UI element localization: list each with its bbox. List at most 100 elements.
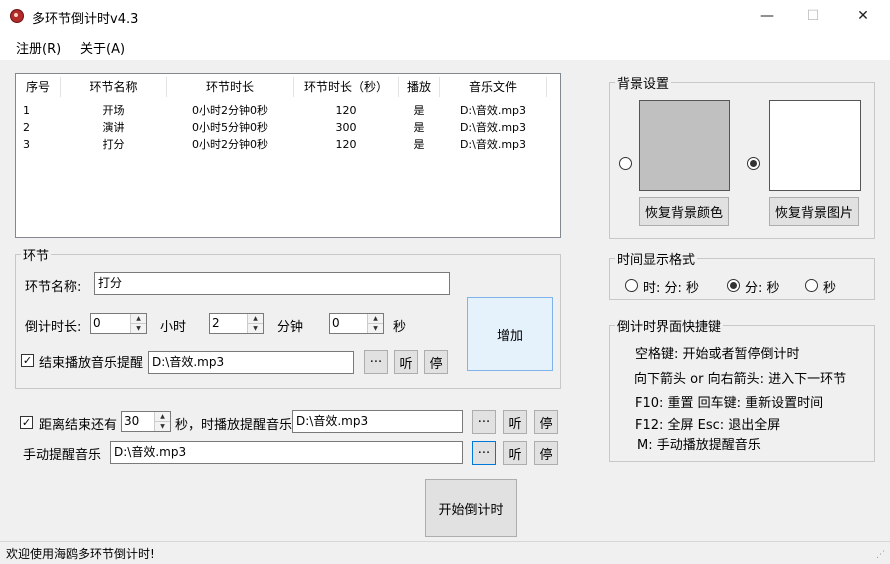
menu-bar: [0, 32, 890, 60]
manual-browse-button[interactable]: ···: [472, 441, 496, 465]
seconds-stepper[interactable]: 0 ▲ ▼: [329, 313, 384, 334]
segment-name-label: 环节名称:: [25, 280, 82, 295]
hours-value: 0: [93, 316, 101, 330]
segment-browse-button[interactable]: ···: [364, 350, 388, 374]
column-divider[interactable]: [546, 77, 547, 97]
stepper-up-icon[interactable]: ▲: [368, 314, 383, 324]
seconds-value: 0: [332, 316, 340, 330]
column-header-seconds[interactable]: 环节时长（秒）: [294, 74, 398, 100]
reminder-listen-button[interactable]: 听: [503, 410, 527, 434]
segment-name-input[interactable]: 打分: [94, 272, 450, 295]
seconds-stepper-arrows[interactable]: ▲ ▼: [367, 314, 383, 333]
list-header: 序号 环节名称 环节时长 环节时长（秒） 播放 音乐文件: [16, 74, 560, 100]
format-ms-radio[interactable]: [727, 279, 740, 292]
stepper-down-icon[interactable]: ▼: [155, 422, 170, 431]
shortcut-line: M: 手动播放提醒音乐: [637, 438, 761, 453]
reminder-stop-button[interactable]: 停: [534, 410, 558, 434]
format-s-radio[interactable]: [805, 279, 818, 292]
minutes-value: 2: [212, 316, 220, 330]
manual-listen-button[interactable]: 听: [503, 441, 527, 465]
cell-index: 2: [23, 121, 30, 134]
segment-music-path-input[interactable]: D:\音效.mp3: [148, 351, 354, 374]
cell-duration: 0小时2分钟0秒: [192, 104, 268, 117]
add-segment-button[interactable]: 增加: [467, 297, 553, 371]
column-header-music[interactable]: 音乐文件: [440, 74, 546, 100]
cell-play: 是: [413, 138, 425, 151]
cell-seconds: 300: [335, 121, 357, 134]
cell-name: 演讲: [102, 121, 125, 134]
format-s-label[interactable]: 秒: [823, 277, 836, 296]
cell-index: 1: [23, 104, 30, 117]
cell-seconds: 120: [335, 138, 357, 151]
countdown-label: 倒计时长:: [25, 320, 82, 335]
stepper-down-icon[interactable]: ▼: [368, 324, 383, 333]
format-ms-label[interactable]: 分: 秒: [745, 277, 780, 296]
reminder-seconds-stepper[interactable]: 30 ▲ ▼: [121, 411, 171, 432]
resize-grip-icon[interactable]: ⋰: [876, 550, 886, 560]
segment-stop-button[interactable]: 停: [424, 350, 448, 374]
column-header-name[interactable]: 环节名称: [61, 74, 166, 100]
shortcut-line: 向下箭头 or 向右箭头: 进入下一环节: [634, 372, 847, 387]
play-music-checkbox[interactable]: ✓: [21, 354, 34, 367]
shortcut-line: F10: 重置 回车键: 重新设置时间: [635, 396, 824, 411]
minutes-stepper-arrows[interactable]: ▲ ▼: [247, 314, 263, 333]
table-row[interactable]: 3 打分 0小时2分钟0秒 120 是 D:\音效.mp3: [16, 136, 560, 153]
menu-about[interactable]: 关于(A): [80, 38, 125, 57]
column-header-index[interactable]: 序号: [16, 74, 60, 100]
segment-list[interactable]: 序号 环节名称 环节时长 环节时长（秒） 播放 音乐文件 1 开场 0小时2分钟…: [15, 73, 561, 238]
hours-stepper[interactable]: 0 ▲ ▼: [90, 313, 147, 334]
status-text: 欢迎使用海鸥多环节倒计时!: [6, 547, 155, 561]
cell-music: D:\音效.mp3: [459, 121, 527, 134]
reminder-checkbox[interactable]: ✓: [20, 416, 33, 429]
background-color-radio[interactable]: [619, 157, 632, 170]
background-color-swatch[interactable]: [639, 100, 730, 191]
seconds-unit-label: 秒: [393, 320, 407, 335]
segment-listen-button[interactable]: 听: [394, 350, 418, 374]
reminder-suffix-label: 秒，时播放提醒音乐: [175, 418, 293, 433]
manual-stop-button[interactable]: 停: [534, 441, 558, 465]
hours-stepper-arrows[interactable]: ▲ ▼: [130, 314, 146, 333]
shortcut-line: 空格键: 开始或者暂停倒计时: [635, 347, 800, 362]
reminder-seconds-value: 30: [124, 414, 140, 428]
shortcut-line: F12: 全屏 Esc: 退出全屏: [635, 418, 781, 433]
minutes-unit-label: 分钟: [277, 320, 304, 335]
cell-play: 是: [413, 121, 425, 134]
column-header-play[interactable]: 播放: [399, 74, 439, 100]
stepper-up-icon[interactable]: ▲: [155, 412, 170, 422]
app-icon: [10, 9, 24, 23]
hours-unit-label: 小时: [160, 320, 187, 335]
minimize-button[interactable]: —: [744, 0, 790, 32]
format-hms-label[interactable]: 时: 分: 秒: [643, 277, 699, 296]
column-header-duration[interactable]: 环节时长: [167, 74, 293, 100]
table-row[interactable]: 2 演讲 0小时5分钟0秒 300 是 D:\音效.mp3: [16, 119, 560, 136]
stepper-up-icon[interactable]: ▲: [248, 314, 263, 324]
reminder-prefix-label: 距离结束还有: [39, 418, 118, 433]
background-image-swatch[interactable]: [769, 100, 861, 191]
manual-music-label: 手动提醒音乐: [23, 448, 102, 463]
reminder-browse-button[interactable]: ···: [472, 410, 496, 434]
table-row[interactable]: 1 开场 0小时2分钟0秒 120 是 D:\音效.mp3: [16, 102, 560, 119]
reminder-music-path-input[interactable]: D:\音效.mp3: [292, 410, 463, 433]
restore-background-color-button[interactable]: 恢复背景颜色: [639, 197, 729, 226]
cell-music: D:\音效.mp3: [459, 138, 527, 151]
background-image-radio[interactable]: [747, 157, 760, 170]
shortcuts-title: 倒计时界面快捷键: [615, 316, 724, 335]
restore-background-image-button[interactable]: 恢复背景图片: [769, 197, 859, 226]
format-hms-radio[interactable]: [625, 279, 638, 292]
stepper-up-icon[interactable]: ▲: [131, 314, 146, 324]
cell-name: 打分: [102, 138, 125, 151]
start-countdown-button[interactable]: 开始倒计时: [425, 479, 517, 537]
maximize-button[interactable]: ☐: [790, 0, 836, 32]
background-settings-title: 背景设置: [615, 73, 672, 92]
reminder-stepper-arrows[interactable]: ▲ ▼: [154, 412, 170, 431]
stepper-down-icon[interactable]: ▼: [248, 324, 263, 333]
menu-register[interactable]: 注册(R): [16, 38, 61, 57]
minutes-stepper[interactable]: 2 ▲ ▼: [209, 313, 264, 334]
manual-music-path-input[interactable]: D:\音效.mp3: [110, 441, 463, 464]
close-button[interactable]: ✕: [840, 0, 886, 32]
cell-index: 3: [23, 138, 30, 151]
cell-seconds: 120: [335, 104, 357, 117]
cell-music: D:\音效.mp3: [459, 104, 527, 117]
stepper-down-icon[interactable]: ▼: [131, 324, 146, 333]
play-music-label: 结束播放音乐提醒: [39, 356, 144, 371]
